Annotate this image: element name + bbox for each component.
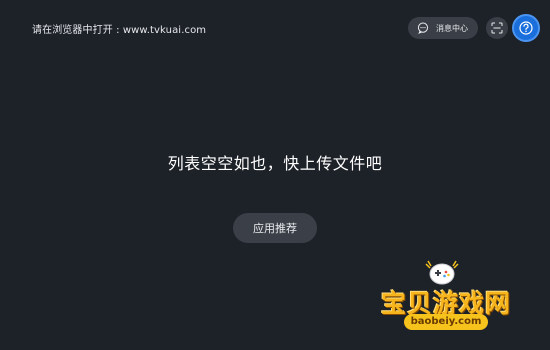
message-center-button[interactable]: 消息中心: [408, 17, 478, 39]
site-watermark: 宝贝游戏网 baobeiy.com: [368, 258, 524, 338]
empty-list-message: 列表空空如也，快上传文件吧: [167, 154, 383, 173]
app-recommendation-button[interactable]: 应用推荐: [233, 213, 317, 243]
scan-icon: [491, 22, 503, 34]
question-circle-icon: [519, 21, 533, 35]
scan-button[interactable]: [486, 17, 508, 39]
watermark-domain: baobeiy.com: [404, 314, 488, 330]
message-center-label: 消息中心: [436, 23, 468, 33]
chat-bubble-icon: [417, 22, 429, 34]
app-screen: 请在浏览器中打开 : www.tvkuai.com 消息中心 列表空空如也，快上…: [0, 0, 550, 350]
help-button[interactable]: [512, 14, 540, 42]
open-in-browser-hint: 请在浏览器中打开 : www.tvkuai.com: [32, 25, 207, 36]
